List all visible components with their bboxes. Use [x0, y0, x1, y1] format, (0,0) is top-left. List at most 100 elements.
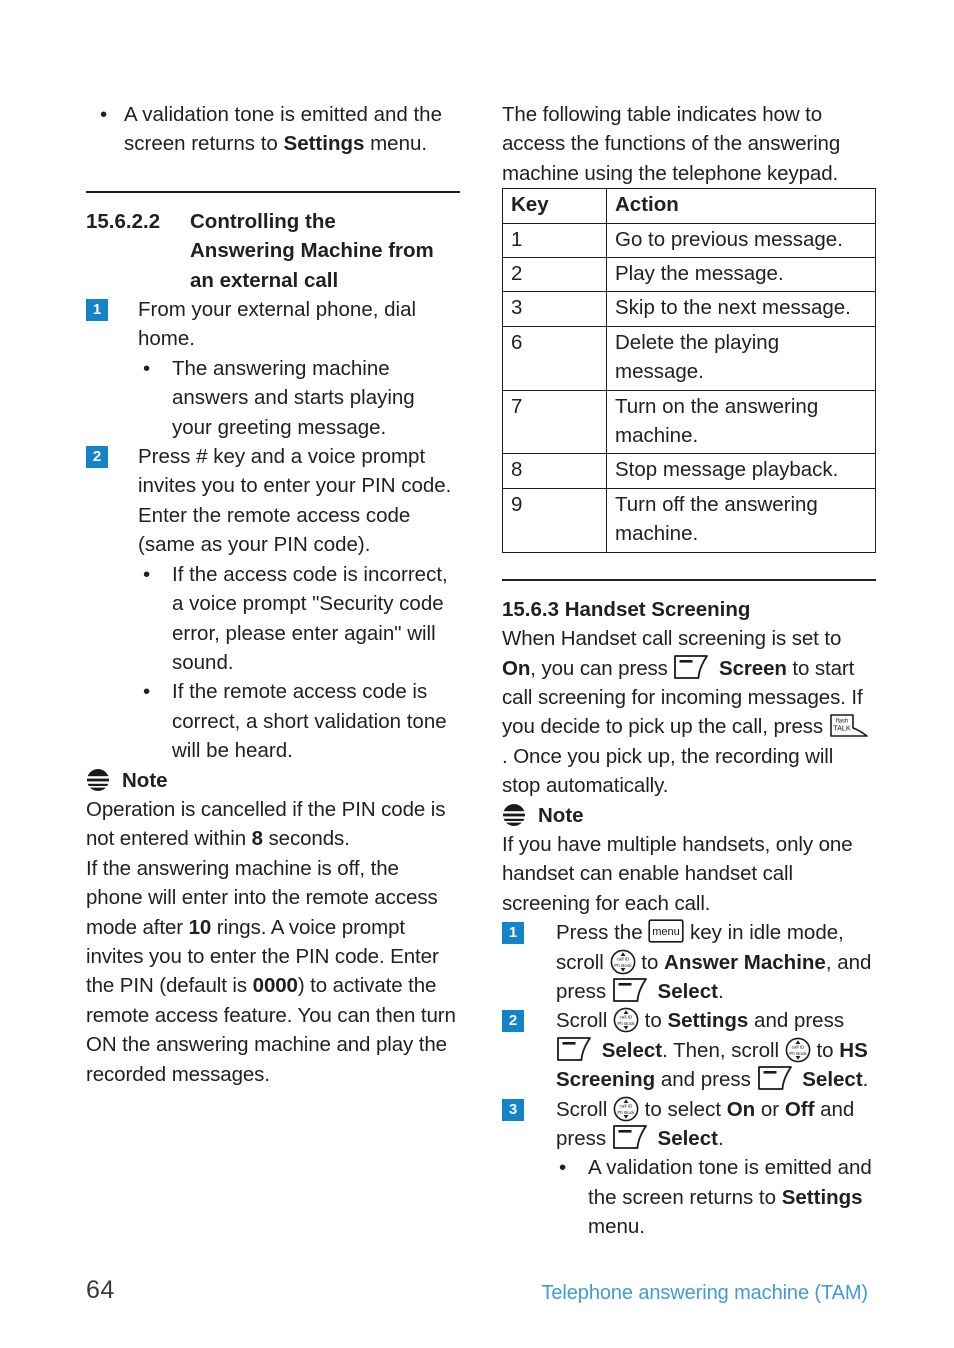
nav-scroll-icon	[610, 949, 636, 975]
note-value-seconds: 8	[251, 827, 263, 851]
note-value-rings: 10	[188, 915, 212, 939]
note-label: Note	[538, 803, 584, 827]
numbered-step: 3 Scroll to select On or Off and press S…	[502, 1095, 876, 1154]
section-title-line-3: an external call	[190, 268, 339, 292]
step-text-i: and press	[655, 1068, 757, 1092]
answer-machine-menu-item: Answer Machine	[664, 950, 826, 974]
note-icon	[502, 803, 526, 827]
section-heading-15-6-2-2: 15.6.2.2 Controlling the Answering Machi…	[86, 207, 460, 295]
note-paragraph-1: Operation is cancelled if the PIN code i…	[86, 795, 460, 854]
step-text-g: .	[717, 979, 724, 1003]
section-number: 15.6.2.2	[86, 209, 161, 233]
nav-scroll-icon	[613, 1096, 639, 1122]
softkey-icon	[673, 654, 713, 680]
settings-emphasis: Settings	[781, 1185, 863, 1209]
footer-chapter-title: Telephone answering machine (TAM)	[541, 1282, 869, 1304]
intro-text-f: . Once you pick up, the recording will s…	[502, 744, 834, 798]
note-icon	[86, 768, 110, 792]
cell-action: Turn on the answering machine.	[606, 389, 876, 455]
note-value-default-pin: 0000	[252, 974, 298, 998]
note-heading: Note	[86, 766, 460, 795]
cell-key: 1	[502, 222, 607, 259]
off-option: Off	[784, 1097, 815, 1121]
numbered-step: 1 From your external phone, dial home.	[86, 295, 460, 354]
on-emphasis: On	[502, 656, 531, 680]
list-item-text: If the access code is incorrect, a voice…	[172, 562, 448, 674]
talk-key-icon	[829, 713, 873, 739]
cell-key: 8	[502, 453, 607, 489]
nav-scroll-icon	[785, 1037, 811, 1063]
table-row: 9 Turn off the answering machine.	[502, 487, 876, 553]
select-softkey-label: Select	[657, 979, 718, 1003]
keypad-function-table: Key Action 1 Go to previous message. 2 P…	[502, 188, 876, 553]
softkey-icon	[612, 977, 652, 1003]
cell-action: Delete the playing message.	[606, 325, 876, 391]
cell-key: 3	[502, 291, 607, 327]
step-text-d: or	[755, 1097, 785, 1121]
step-text: From your external phone, dial home.	[138, 298, 417, 351]
list-item-text: If the remote access code is correct, a …	[172, 680, 447, 763]
note-label: Note	[122, 768, 168, 792]
step-text-b: to	[638, 1009, 668, 1033]
left-column: A validation tone is emitted and the scr…	[86, 100, 460, 1242]
cell-key: 2	[502, 257, 607, 293]
two-column-layout: A validation tone is emitted and the scr…	[86, 100, 876, 1242]
softkey-icon	[757, 1065, 797, 1091]
note-heading: Note	[502, 801, 876, 830]
select-softkey-label: Select	[657, 1127, 718, 1150]
table-row: 8 Stop message playback.	[502, 453, 876, 489]
step-text-k: .	[862, 1068, 869, 1092]
step-text-a: Scroll	[556, 1009, 613, 1033]
step-text-b: to select	[638, 1097, 727, 1121]
list-item: If the access code is incorrect, a voice…	[86, 560, 460, 678]
table-row: 1 Go to previous message.	[502, 222, 876, 259]
list-item: If the remote access code is correct, a …	[86, 677, 460, 765]
step-text-f: . Then, scroll	[662, 1038, 785, 1062]
step-number-badge: 1	[502, 922, 524, 945]
table-header-row: Key Action	[502, 188, 876, 224]
cell-action: Play the message.	[606, 257, 876, 293]
section-title-line-2: Answering Machine from	[190, 239, 434, 263]
list-item: The answering machine answers and starts…	[86, 354, 460, 442]
note-paragraph-2: If the answering machine is off, the pho…	[86, 854, 460, 1089]
step-text: Press # key and a voice prompt invites y…	[138, 445, 452, 557]
cell-action: Skip to the next message.	[606, 291, 876, 327]
select-softkey-label: Select	[601, 1038, 663, 1062]
on-option: On	[726, 1097, 756, 1121]
table-row: 6 Delete the playing message.	[502, 325, 876, 391]
list-item: A validation tone is emitted and the scr…	[86, 100, 460, 159]
cell-key: 6	[502, 325, 607, 391]
handset-screening-intro: When Handset call screening is set to On…	[502, 624, 876, 800]
numbered-step: 1 Press the key in idle mode, scroll to …	[502, 918, 876, 1006]
bullet-line-2-pre: the screen returns to	[588, 1185, 782, 1209]
settings-emphasis: Settings	[283, 132, 365, 156]
step-text-a: Press the	[556, 921, 649, 945]
column-header-key: Key	[502, 188, 607, 224]
bullet-line-3: menu.	[588, 1215, 645, 1239]
step-number-badge: 2	[86, 446, 108, 469]
numbered-step: 2 Scroll to Settings and press Select. T…	[502, 1006, 876, 1094]
softkey-icon	[556, 1036, 596, 1062]
list-item: A validation tone is emitted and the scr…	[502, 1153, 876, 1241]
cell-action: Stop message playback.	[606, 453, 876, 489]
step-number-badge: 3	[502, 1098, 524, 1121]
table-row: 2 Play the message.	[502, 257, 876, 293]
section-heading-15-6-3: 15.6.3 Handset Screening	[502, 595, 876, 624]
section-title-line-1: Controlling the	[190, 209, 336, 233]
section-title: Handset Screening	[564, 597, 751, 621]
intro-text-a: When Handset call screening is set to	[502, 627, 842, 651]
table-row: 3 Skip to the next message.	[502, 291, 876, 327]
step-text-a: Scroll	[556, 1097, 613, 1121]
table-intro-paragraph: The following table indicates how to acc…	[502, 103, 841, 185]
step-text-g: to	[810, 1038, 840, 1062]
step-text-h: .	[717, 1127, 724, 1150]
bullet-line-1: A validation tone is emitted and	[588, 1156, 872, 1180]
cell-key: 7	[502, 389, 607, 455]
note-text-c: seconds.	[262, 827, 350, 851]
step-number-badge: 1	[86, 299, 108, 322]
nav-scroll-icon	[613, 1007, 639, 1033]
table-row: 7 Turn on the answering machine.	[502, 389, 876, 455]
